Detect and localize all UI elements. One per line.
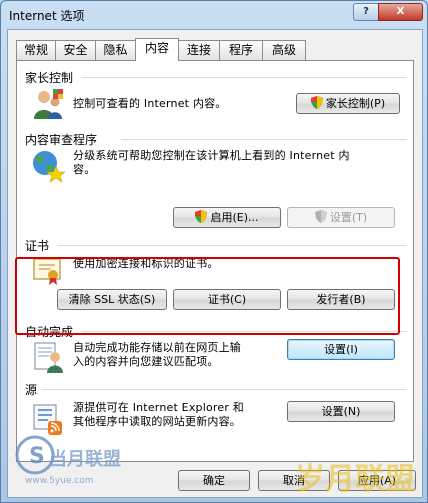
autocomplete-settings-button[interactable]: 设置(I) <box>287 339 395 360</box>
shield-icon <box>314 210 327 223</box>
tab-privacy[interactable]: 隐私 <box>95 40 136 60</box>
content-advisor-desc-line2: 容。 <box>73 163 96 176</box>
divider <box>81 77 407 78</box>
certificates-desc: 使用加密连接和标识的证书。 <box>73 257 219 270</box>
tab-programs[interactable]: 程序 <box>219 40 263 60</box>
tab-security[interactable]: 安全 <box>55 40 96 60</box>
feeds-desc-line2: 其他程序中读取的网站更新内容。 <box>73 415 241 428</box>
close-button[interactable]: X <box>378 3 423 21</box>
tab-general[interactable]: 常规 <box>16 40 56 60</box>
content-advisor-title: 内容审查程序 <box>25 133 98 147</box>
divider <box>81 331 407 332</box>
certificate-icon <box>33 258 61 285</box>
content-advisor-settings-button[interactable]: 设置(T) <box>287 207 395 228</box>
parental-controls-button[interactable]: 家长控制(P) <box>296 93 400 114</box>
dialog-client-area: 常规 安全 隐私 内容 连接 程序 高级 家长控制 控制可查看的 Interne… <box>7 29 423 498</box>
content-advisor-globe-icon <box>33 151 65 183</box>
tab-connections[interactable]: 连接 <box>178 40 220 60</box>
feeds-icon <box>33 404 62 435</box>
divider <box>57 245 407 246</box>
certificates-title: 证书 <box>25 239 50 253</box>
tab-content[interactable]: 内容 <box>135 38 179 61</box>
feeds-settings-button[interactable]: 设置(N) <box>287 401 395 422</box>
internet-options-window: Internet 选项 ? X 常规 安全 隐私 内容 连接 程序 高级 家长控… <box>0 0 428 503</box>
content-advisor-enable-label: 启用(E)... <box>210 211 259 224</box>
parental-controls-title: 家长控制 <box>25 71 74 85</box>
title-bar[interactable]: Internet 选项 ? X <box>1 1 427 29</box>
ok-button[interactable]: 确定 <box>178 470 250 491</box>
divider <box>121 139 407 140</box>
content-tab-panel: 家长控制 控制可查看的 Internet 内容。 家长控制(P) 内容审查程序 … <box>16 60 414 462</box>
window-title: Internet 选项 <box>9 9 85 23</box>
content-advisor-settings-label: 设置(T) <box>329 211 368 224</box>
parental-controls-button-label: 家长控制(P) <box>325 97 386 110</box>
content-advisor-enable-button[interactable]: 启用(E)... <box>173 207 281 228</box>
autocomplete-desc-line2: 入的内容并向您建议匹配项。 <box>73 355 219 368</box>
feeds-title: 源 <box>25 383 38 397</box>
autocomplete-title: 自动完成 <box>25 325 74 339</box>
apply-button[interactable]: 应用(A) <box>338 470 416 491</box>
certificates-button[interactable]: 证书(C) <box>173 289 281 310</box>
cancel-button[interactable]: 取消 <box>258 470 330 491</box>
shield-icon <box>195 210 208 223</box>
feeds-desc-line1: 源提供可在 Internet Explorer 和 <box>73 401 244 414</box>
content-advisor-desc-line1: 分级系统可帮助您控制在该计算机上看到的 Internet 内 <box>73 149 350 162</box>
shield-icon <box>310 96 323 109</box>
publishers-button[interactable]: 发行者(B) <box>287 289 395 310</box>
clear-ssl-state-button[interactable]: 清除 SSL 状态(S) <box>57 289 167 310</box>
parental-controls-desc: 控制可查看的 Internet 内容。 <box>73 97 227 110</box>
tab-advanced[interactable]: 高级 <box>262 40 306 60</box>
autocomplete-desc-line1: 自动完成功能存储以前在网页上输 <box>73 341 241 354</box>
parental-controls-icon <box>34 89 63 119</box>
divider <box>41 389 407 390</box>
help-button[interactable]: ? <box>353 3 379 21</box>
autocomplete-icon <box>34 342 63 373</box>
